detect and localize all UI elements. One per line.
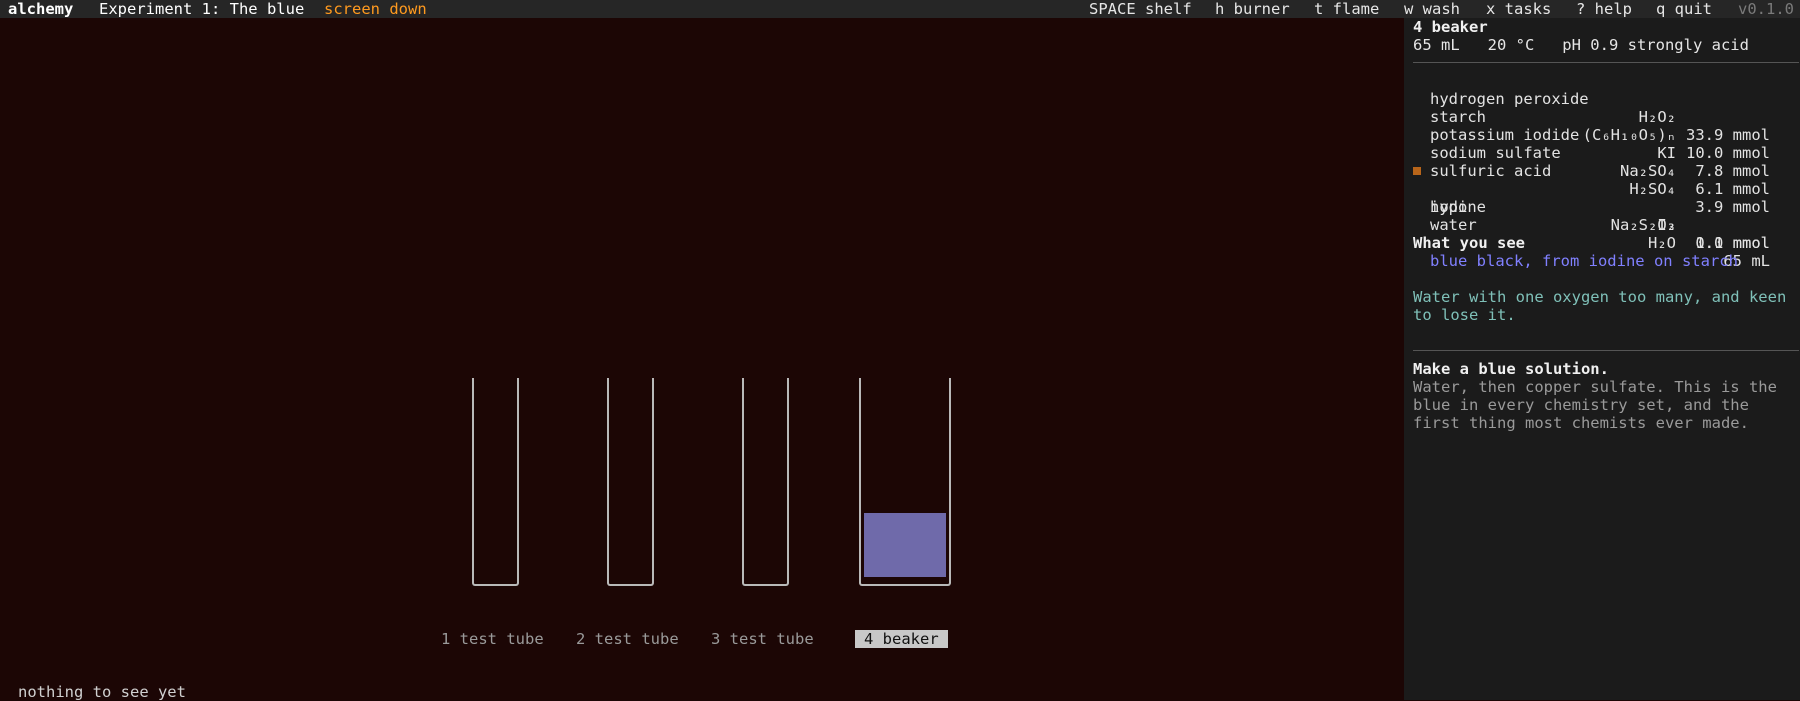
experiment-title: Experiment 1: The blue xyxy=(99,0,305,18)
highlight-marker-icon xyxy=(1413,167,1421,175)
task-text: Water, then copper sulfate. This is the … xyxy=(1413,378,1777,432)
version-label: v0.1.0 xyxy=(1738,0,1794,18)
vessel-label-3[interactable]: 3 test tube xyxy=(711,630,814,648)
key-help[interactable]: ? help xyxy=(1576,0,1632,18)
what-you-see-text: blue black, from iodine on starch xyxy=(1430,252,1738,270)
vessel-title: 4 beaker xyxy=(1413,18,1488,36)
chemical-row: water H₂O 65 mL xyxy=(1430,198,1770,270)
key-quit[interactable]: q quit xyxy=(1656,0,1712,18)
chemical-row: iodine I₂ 1.1 mmol xyxy=(1413,162,1770,252)
vessel-label-1[interactable]: 1 test tube xyxy=(441,630,544,648)
chemical-row: hydrogen peroxide H₂O₂ 33.9 mmol xyxy=(1430,72,1770,144)
divider xyxy=(1413,62,1799,63)
what-you-see-heading: What you see xyxy=(1413,234,1525,252)
key-flame[interactable]: t flame xyxy=(1314,0,1379,18)
chemical-row: hypo Na₂S₂O₃ 0.0 mmol xyxy=(1430,180,1770,252)
chemical-amount: 0.0 mmol xyxy=(1695,234,1770,252)
key-wash[interactable]: w wash xyxy=(1404,0,1460,18)
chemical-row: sulfuric acid H₂SO₄ 3.9 mmol xyxy=(1430,144,1770,216)
top-bar: alchemy Experiment 1: The blue screen do… xyxy=(0,0,1800,18)
divider xyxy=(1413,350,1799,351)
key-burner[interactable]: h burner xyxy=(1215,0,1290,18)
chemical-description: Water with one oxygen too many, and keen… xyxy=(1413,288,1787,324)
vessel-label-2[interactable]: 2 test tube xyxy=(576,630,679,648)
status-text: screen down xyxy=(324,0,427,18)
vessel-label-4[interactable]: 4 beaker xyxy=(855,630,948,648)
key-shelf[interactable]: SPACE shelf xyxy=(1089,0,1192,18)
app-name: alchemy xyxy=(8,0,74,18)
chemical-formula: Na₂S₂O₃ xyxy=(1610,216,1676,234)
chemical-row: sodium sulfate Na₂SO₄ 6.1 mmol xyxy=(1430,126,1770,198)
chemical-row: starch (C₆H₁₀O₅)ₙ 10.0 mmol xyxy=(1430,90,1770,162)
test-tube-3[interactable] xyxy=(742,378,789,586)
vessel-stats: 65 mL 20 °C pH 0.9 strongly acid xyxy=(1413,36,1749,54)
chemical-row: potassium iodide KI 7.8 mmol xyxy=(1430,108,1770,180)
chemical-name: water xyxy=(1430,216,1477,234)
beaker-4[interactable] xyxy=(859,378,951,586)
chemical-formula: H₂O xyxy=(1648,234,1676,252)
hint-text: nothing to see yet xyxy=(18,683,186,701)
test-tube-2[interactable] xyxy=(607,378,654,586)
bench-scene: 1 test tube 2 test tube 3 test tube 4 be… xyxy=(0,18,1404,701)
inspector-panel: 4 beaker 65 mL 20 °C pH 0.9 strongly aci… xyxy=(1404,18,1800,700)
liquid xyxy=(864,513,946,577)
task-heading: Make a blue solution. xyxy=(1413,360,1609,378)
key-tasks[interactable]: x tasks xyxy=(1486,0,1551,18)
test-tube-1[interactable] xyxy=(472,378,519,586)
